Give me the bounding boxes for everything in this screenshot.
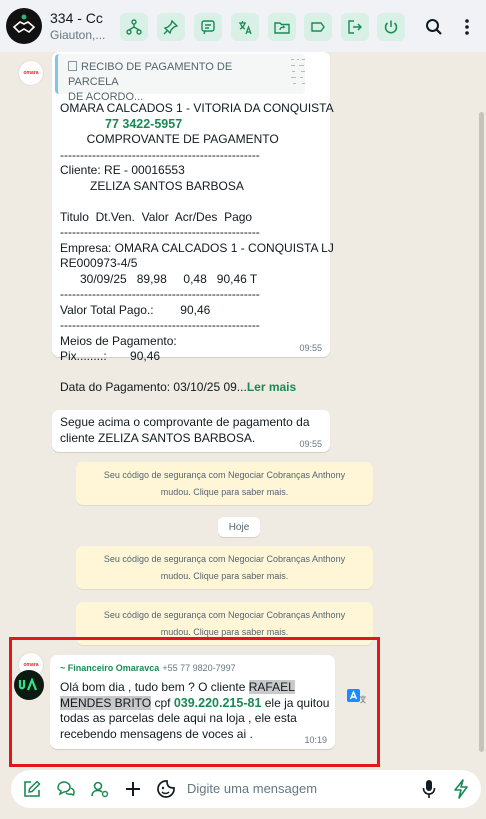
document-thumbnail <box>290 57 306 89</box>
message-bubble[interactable]: Segue acima o comprovante de pagamento d… <box>52 410 330 452</box>
sender-line: ~ Financeiro Omaravca +55 77 9820-7997 <box>60 663 236 673</box>
receipt-line: OMARA CALCADOS 1 - VITORIA DA CONQUISTA <box>60 101 334 115</box>
power-icon <box>384 20 398 34</box>
receipt-line: RE000973-4/5 <box>60 256 138 270</box>
receipt-line: ----------------------------------------… <box>60 225 260 239</box>
receipt-line: ZELIZA SANTOS BARBOSA <box>60 178 244 193</box>
sticker-icon <box>157 780 175 798</box>
composer-bar: Digite uma mensagem <box>11 770 481 808</box>
sender-avatar-omara[interactable]: omara <box>18 60 44 86</box>
translate-icon <box>239 21 252 35</box>
message-text: cliente ZELIZA SANTOS BARBOSA. <box>60 430 256 445</box>
voice-button[interactable] <box>419 779 439 799</box>
contact-button[interactable] <box>90 779 110 799</box>
document-title: RECIBO DE PAGAMENTO DE PARCELA DE ACORDO.… <box>68 61 233 103</box>
note-button[interactable] <box>22 779 42 799</box>
receipt-line: Pix........: 90,46 <box>60 349 161 363</box>
plus-icon <box>126 782 140 796</box>
flow-icon <box>126 19 142 35</box>
close-chat-button[interactable] <box>377 13 405 41</box>
receipt-line: ----------------------------------------… <box>60 318 260 332</box>
highlighted-name: MENDES BRITO <box>60 695 152 710</box>
attach-button[interactable] <box>123 779 143 799</box>
receipt-phone: 77 3422-5957 <box>105 116 183 131</box>
handshake-logo-icon <box>12 14 36 34</box>
message-bubble-financeiro[interactable]: ~ Financeiro Omaravca +55 77 9820-7997 Ol… <box>50 655 335 749</box>
receipt-line: ----------------------------------------… <box>60 147 260 162</box>
chat-header: 334 - Cc Giauton,... <box>0 0 486 52</box>
message-time: 09:55 <box>299 343 322 353</box>
receipt-line <box>60 365 334 381</box>
message-text: Olá bom dia , tudo bem ? O cliente RAFAE… <box>60 680 295 694</box>
sender-name[interactable]: ~ Financeiro Omaravca <box>60 663 159 673</box>
security-code-notice[interactable]: Seu código de segurança com Negociar Cob… <box>76 546 373 589</box>
receipt-last-line: Data do Pagamento: 03/10/25 09...Ler mai… <box>60 380 297 394</box>
lightning-icon <box>454 779 468 799</box>
highlighted-name: RAFAEL <box>248 680 295 694</box>
receipt-line: Titulo Dt.Ven. Valor Acr/Des Pago <box>60 209 253 224</box>
receipt-line: Meios de Pagamento: <box>60 333 177 348</box>
message-time: 10:19 <box>304 735 327 745</box>
security-code-notice[interactable]: Seu código de segurança com Negociar Cob… <box>76 462 373 505</box>
search-button[interactable] <box>422 15 446 39</box>
folder-share-icon <box>274 22 290 34</box>
chat-bubbles-icon <box>57 781 75 797</box>
sticker-button[interactable] <box>156 779 176 799</box>
message-text: MENDES BRITO cpf 039.220.215-81 ele ja q… <box>60 695 330 710</box>
pin-icon <box>163 19 179 35</box>
omara-logo-icon: omara <box>23 70 39 76</box>
receipt-line: Cliente: RE - 00016553 <box>60 163 185 177</box>
message-text: recebendo mensagens de voces ai . <box>60 726 253 741</box>
user-icon <box>91 781 109 798</box>
message-lines-icon <box>201 20 215 35</box>
share-folder-button[interactable] <box>268 13 296 41</box>
composer-area: Digite uma mensagem <box>0 767 486 819</box>
quick-action-button[interactable] <box>451 779 471 799</box>
chat-avatar[interactable] <box>6 8 42 44</box>
sender-phone: +55 77 9820-7997 <box>162 663 236 673</box>
message-text: todas as parcelas dele aqui na loja , el… <box>60 711 297 725</box>
pin-button[interactable] <box>157 13 185 41</box>
receipt-line: COMPROVANTE DE PAGAMENTO <box>60 132 279 146</box>
document-preview[interactable]: RECIBO DE PAGAMENTO DE PARCELA DE ACORDO.… <box>55 54 306 103</box>
receipt-line: 30/09/25 89,98 0,48 90,46 T <box>60 271 258 286</box>
chat-title[interactable]: 334 - Cc <box>50 10 114 26</box>
message-input[interactable]: Digite uma mensagem <box>187 781 317 796</box>
microphone-icon <box>422 780 436 798</box>
chat-area[interactable]: omara RECIBO DE PAGAMENTO DE PARCELA DE A… <box>0 52 486 767</box>
menu-button[interactable] <box>455 15 479 39</box>
message-time: 09:55 <box>299 439 322 449</box>
read-more-link[interactable]: Ler mais <box>247 380 296 394</box>
receipt-message-bubble[interactable]: RECIBO DE PAGAMENTO DE PARCELA DE ACORDO.… <box>52 52 334 394</box>
omara-logo-icon: omara <box>23 662 39 668</box>
chat-subtitle[interactable]: Giauton,... <box>50 28 114 42</box>
flow-button[interactable] <box>120 13 148 41</box>
receipt-line: Valor Total Pago.: 90,46 <box>60 302 211 317</box>
date-divider: Hoje <box>218 517 260 537</box>
receipt-line: Empresa: OMARA CALCADOS 1 - CONQUISTA LJ <box>60 240 334 255</box>
cpf-number: 039.220.215-81 <box>173 695 262 710</box>
chat-scrollbar[interactable] <box>479 112 484 752</box>
quick-messages-button[interactable] <box>56 779 76 799</box>
document-icon <box>68 61 77 71</box>
label-button[interactable] <box>304 13 332 41</box>
kebab-menu-icon <box>465 19 469 35</box>
transfer-button[interactable] <box>341 13 369 41</box>
translate-icon <box>347 689 366 704</box>
edit-note-icon <box>24 780 41 797</box>
receipt-line: ----------------------------------------… <box>60 287 260 301</box>
tag-icon <box>311 22 325 32</box>
translate-button[interactable] <box>231 13 259 41</box>
exit-arrow-icon <box>348 20 362 34</box>
translate-message-button[interactable] <box>346 688 368 710</box>
quick-reply-button[interactable] <box>194 13 222 41</box>
receipt-line <box>60 194 334 210</box>
agent-avatar[interactable] <box>14 670 44 700</box>
message-text: Segue acima o comprovante de pagamento d… <box>60 415 310 429</box>
search-icon <box>426 19 442 35</box>
ua-logo-icon <box>18 678 38 691</box>
